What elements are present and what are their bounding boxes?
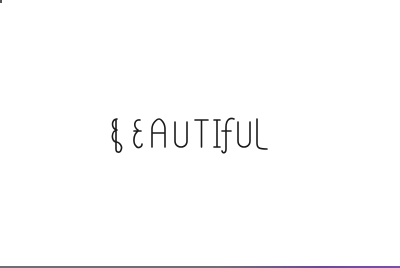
letter-u-2 (237, 121, 251, 148)
letter-a (151, 118, 166, 148)
letter-b (111, 118, 123, 153)
beautiful-wordmark: BEAUTIFUL (109, 113, 269, 159)
letter-f (221, 117, 235, 154)
letter-i (213, 119, 221, 148)
letter-u (174, 121, 188, 148)
slide-canvas: BEAUTIFUL (0, 0, 400, 268)
letter-t (194, 119, 209, 148)
corner-mark (0, 0, 2, 3)
letter-l (256, 118, 268, 150)
wordmark-glyphs (111, 117, 268, 154)
letter-e (133, 119, 143, 149)
